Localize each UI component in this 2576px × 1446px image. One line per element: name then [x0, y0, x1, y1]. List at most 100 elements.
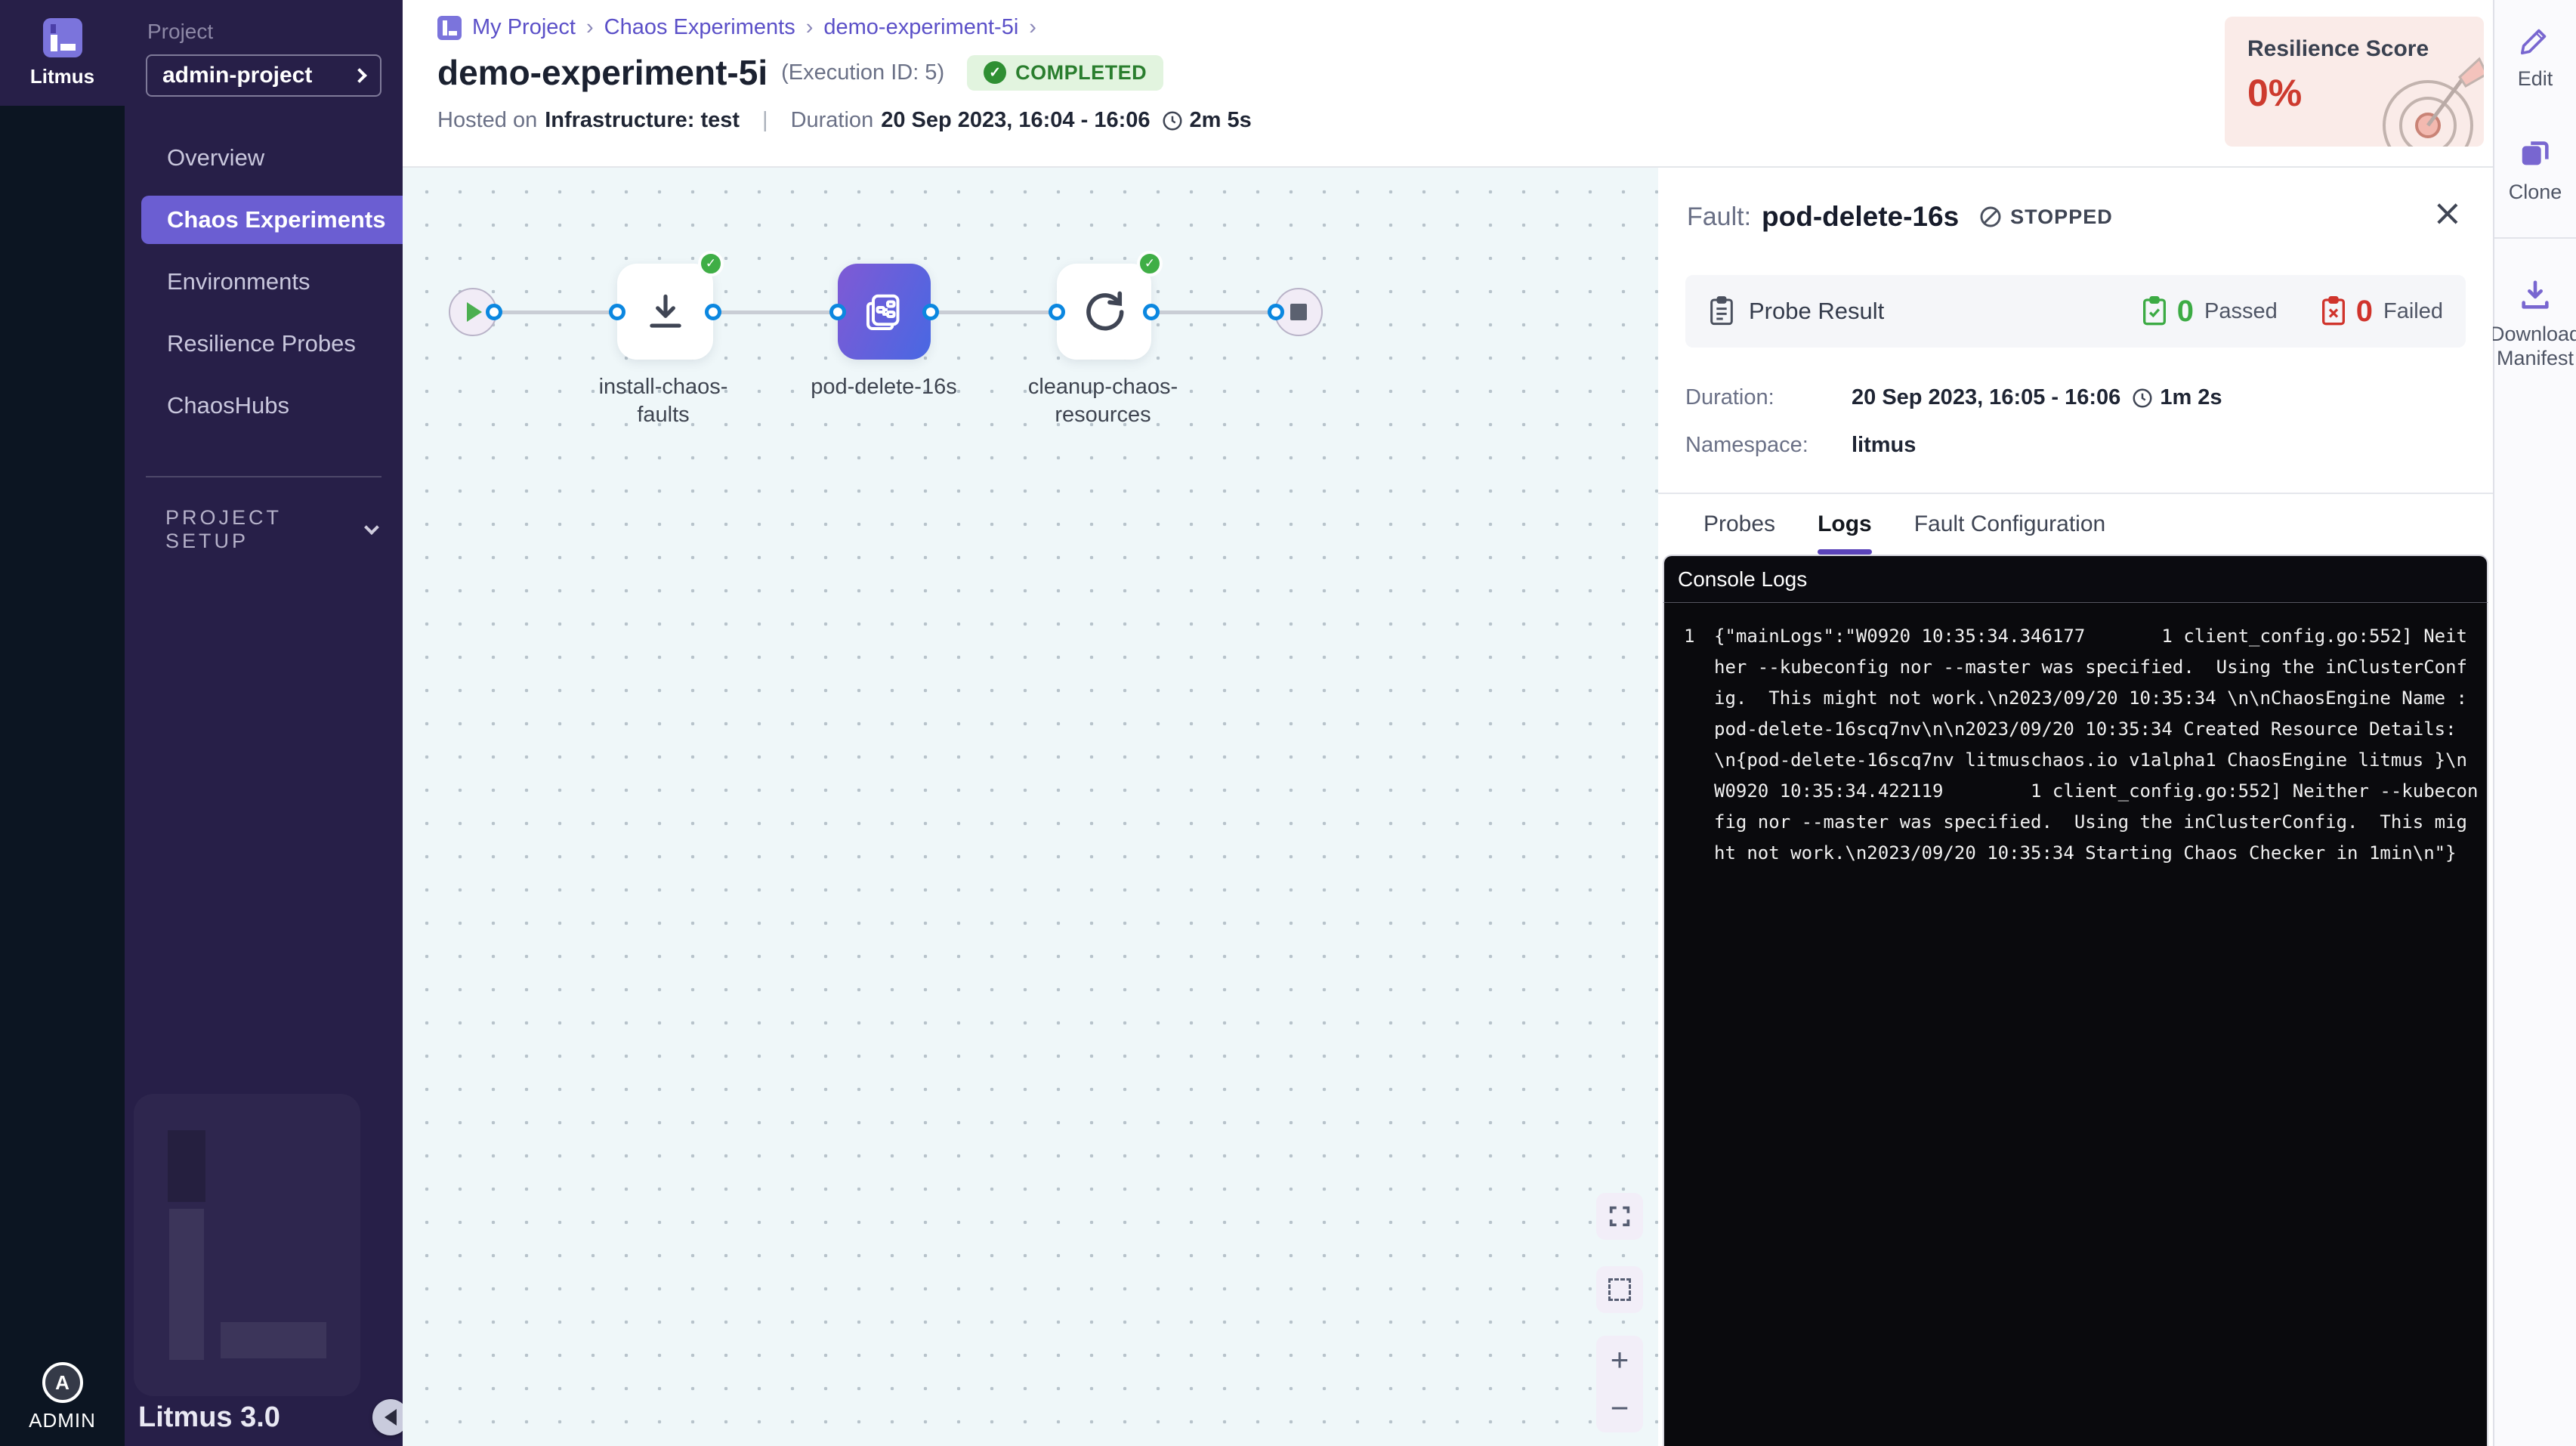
log-line: {"mainLogs":"W0920 10:35:34.346177 1 cli… — [1714, 621, 2467, 652]
resilience-score-card: Resilience Score 0% — [2225, 17, 2484, 147]
passed-label: Passed — [2204, 299, 2278, 324]
connector-dot[interactable] — [922, 304, 939, 320]
selection-icon — [1608, 1278, 1631, 1301]
fault-status: STOPPED — [1978, 205, 2113, 229]
brand-block: Litmus — [0, 0, 125, 106]
passed-count: 0 — [2177, 295, 2194, 329]
stopped-icon — [1978, 205, 2003, 229]
log-line: fig nor --master was specified. Using th… — [1714, 807, 2467, 838]
duration-label: Duration — [791, 108, 874, 133]
tab-probes[interactable]: Probes — [1703, 494, 1775, 555]
status-badge: ✓ COMPLETED — [967, 55, 1163, 91]
page-title: demo-experiment-5i — [437, 52, 768, 93]
download-icon — [642, 289, 689, 335]
admin-label: ADMIN — [29, 1409, 96, 1432]
connector-dot[interactable] — [705, 304, 721, 320]
clock-icon — [1161, 110, 1184, 132]
pipeline-canvas[interactable]: ✓ ✓ install-chaos-faults pod-delete-16s … — [403, 168, 1658, 1446]
connector-dot[interactable] — [1143, 304, 1160, 320]
chevron-right-icon — [352, 68, 367, 83]
probe-result-title: Probe Result — [1749, 298, 1884, 325]
clock-icon — [2131, 387, 2154, 409]
node-pod-delete-16s[interactable] — [838, 264, 931, 360]
log-line: ht not work.\n2023/09/20 10:35:34 Starti… — [1714, 838, 2457, 869]
refresh-icon — [1080, 288, 1129, 336]
clipboard-icon — [1708, 296, 1735, 326]
infrastructure-value: Infrastructure: test — [545, 108, 740, 133]
fault-tabs: Probes Logs Fault Configuration — [1658, 494, 2493, 555]
panel-duration-elapsed: 1m 2s — [2160, 385, 2222, 410]
chaos-fault-icon — [862, 289, 907, 335]
select-area-button[interactable] — [1596, 1266, 1643, 1313]
connector-dot[interactable] — [486, 304, 502, 320]
duration-value: 20 Sep 2023, 16:04 - 16:06 — [881, 108, 1150, 133]
failed-label: Failed — [2383, 299, 2443, 324]
play-icon — [467, 302, 482, 322]
zoom-controls: + − — [1596, 1336, 1643, 1432]
node-success-badge: ✓ — [698, 251, 724, 277]
console-logs-body[interactable]: 1{"mainLogs":"W0920 10:35:34.346177 1 cl… — [1663, 603, 2488, 1446]
meta-divider: | — [762, 108, 768, 133]
sidebar-divider — [146, 476, 381, 477]
connector-dot[interactable] — [829, 304, 846, 320]
node-label-pod-delete: pod-delete-16s — [801, 373, 967, 401]
check-circle-icon: ✓ — [984, 61, 1006, 84]
node-label-cleanup: cleanup-chaos-resources — [1020, 373, 1186, 429]
node-install-chaos-faults[interactable] — [617, 264, 713, 360]
tab-fault-configuration[interactable]: Fault Configuration — [1914, 494, 2105, 555]
connector-dot[interactable] — [1049, 304, 1065, 320]
breadcrumb-experiment[interactable]: demo-experiment-5i — [823, 15, 1018, 40]
probe-result-summary: Probe Result 0 Passed 0 Failed — [1685, 275, 2466, 348]
node-cleanup-chaos-resources[interactable] — [1057, 264, 1151, 360]
zoom-in-button[interactable]: + — [1596, 1336, 1643, 1384]
panel-duration-label: Duration: — [1685, 385, 1852, 410]
close-icon[interactable]: × — [2432, 195, 2463, 231]
tab-logs[interactable]: Logs — [1818, 494, 1872, 555]
user-avatar[interactable]: A — [42, 1362, 83, 1403]
connector-dot[interactable] — [1268, 304, 1284, 320]
log-line-number: 1 — [1664, 621, 1714, 652]
connector-dot[interactable] — [609, 304, 625, 320]
passed-clipboard-icon — [2141, 296, 2168, 326]
breadcrumb-my-project[interactable]: My Project — [472, 15, 576, 40]
log-line: ig. This might not work.\n2023/09/20 10:… — [1714, 683, 2467, 714]
zoom-out-button[interactable]: − — [1596, 1384, 1643, 1432]
breadcrumb-separator: › — [806, 15, 814, 40]
console-logs-header: Console Logs — [1663, 555, 2488, 603]
failed-count: 0 — [2356, 295, 2373, 329]
hosted-on-label: Hosted on — [437, 108, 537, 133]
app-rail: Litmus A ADMIN — [0, 0, 125, 1446]
console-logs-panel: Console Logs 1{"mainLogs":"W0920 10:35:3… — [1663, 555, 2488, 1446]
target-illustration — [2352, 42, 2484, 147]
project-setup-toggle[interactable]: PROJECT SETUP — [125, 506, 403, 553]
clone-icon — [2518, 136, 2553, 171]
sidebar-item-chaos-experiments[interactable]: Chaos Experiments — [141, 196, 403, 244]
console-logs-title: Console Logs — [1678, 567, 1807, 592]
sidebar-item-environments[interactable]: Environments — [141, 251, 403, 313]
download-icon — [2518, 278, 2553, 313]
litmus-logo-icon[interactable] — [43, 18, 82, 57]
fit-view-button[interactable] — [1596, 1193, 1643, 1240]
project-name: admin-project — [162, 63, 312, 88]
project-label: Project — [147, 20, 403, 44]
pencil-icon — [2518, 23, 2553, 57]
edit-button[interactable]: Edit — [2518, 23, 2553, 91]
sidebar-item-overview[interactable]: Overview — [141, 127, 403, 189]
project-selector[interactable]: admin-project — [146, 54, 381, 97]
duration-elapsed: 2m 5s — [1190, 108, 1252, 133]
namespace-value: litmus — [1852, 433, 1916, 458]
collapse-arrow-icon — [385, 1409, 397, 1426]
fault-label: Fault: — [1687, 202, 1751, 232]
download-manifest-button[interactable]: Download Manifest — [2490, 278, 2576, 370]
node-success-badge: ✓ — [1137, 251, 1163, 277]
log-line: her --kubeconfig nor --master was specif… — [1714, 652, 2467, 683]
fault-name: pod-delete-16s — [1762, 201, 1959, 233]
sidebar-item-chaoshubs[interactable]: ChaosHubs — [141, 375, 403, 437]
clone-button[interactable]: Clone — [2509, 136, 2562, 204]
sidebar-item-resilience-probes[interactable]: Resilience Probes — [141, 313, 403, 375]
node-label-install: install-chaos-faults — [580, 373, 746, 429]
breadcrumb-chaos-experiments[interactable]: Chaos Experiments — [604, 15, 795, 40]
page-header: My Project › Chaos Experiments › demo-ex… — [403, 0, 2493, 168]
rail-divider — [2494, 237, 2576, 239]
breadcrumb-logo-icon — [437, 16, 462, 40]
